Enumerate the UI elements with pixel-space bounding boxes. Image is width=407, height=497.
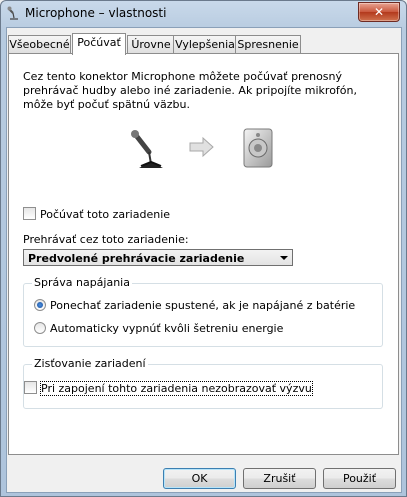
- power-group-title: Správa napájania: [32, 276, 132, 289]
- ok-button[interactable]: OK: [163, 468, 236, 489]
- playback-device-value: Predvolené prehrávacie zariadenie: [28, 252, 245, 265]
- radio-auto-off-label: Automaticky vypnúť kvôli šetreniu energi…: [50, 322, 284, 335]
- title-bar[interactable]: Microphone – vlastnosti ✕: [1, 1, 406, 25]
- apply-button[interactable]: Použiť: [323, 468, 396, 489]
- playback-label: Prehrávať cez toto zariadenie:: [23, 233, 189, 246]
- radio-auto-off[interactable]: [34, 322, 46, 334]
- window-title: Microphone – vlastnosti: [25, 6, 167, 20]
- arrow-right-icon: [189, 136, 214, 158]
- detection-checkbox-row[interactable]: Pri zapojení tohto zariadenia nezobrazov…: [24, 381, 313, 396]
- speaker-icon: [243, 128, 273, 168]
- listen-description: Cez tento konektor Microphone môžete poč…: [23, 70, 357, 111]
- close-button[interactable]: ✕: [358, 2, 400, 22]
- power-option-auto-off[interactable]: Automaticky vypnúť kvôli šetreniu energi…: [34, 322, 283, 335]
- tab-levels[interactable]: Úrovne: [127, 35, 175, 54]
- cancel-button[interactable]: Zrušiť: [243, 468, 316, 489]
- power-management-group: Správa napájania Ponechať zariadenie spu…: [23, 276, 383, 347]
- detection-checkbox-label: Pri zapojení tohto zariadenia nezobrazov…: [40, 381, 313, 396]
- dialog-client: Všeobecné Počúvať Úrovne Vylepšenia Spre…: [6, 27, 402, 493]
- listen-checkbox[interactable]: [23, 207, 36, 220]
- tab-listen[interactable]: Počúvať: [72, 33, 126, 55]
- radio-keep-running[interactable]: [34, 299, 46, 311]
- tab-enhancements[interactable]: Vylepšenia: [173, 35, 237, 54]
- microphone-app-icon: [7, 6, 18, 20]
- chevron-down-icon: [280, 256, 288, 260]
- listen-illustration: [119, 126, 279, 174]
- detection-checkbox[interactable]: [24, 381, 37, 394]
- tab-general[interactable]: Všeobecné: [8, 35, 71, 54]
- listen-checkbox-label: Počúvať toto zariadenie: [40, 208, 171, 221]
- properties-window: Microphone – vlastnosti ✕ Všeobecné Počú…: [0, 0, 407, 497]
- radio-keep-running-label: Ponechať zariadenie spustené, ak je napá…: [50, 299, 356, 312]
- playback-device-select[interactable]: Predvolené prehrávacie zariadenie: [23, 249, 293, 266]
- detection-group-title: Zisťovanie zariadení: [32, 357, 148, 370]
- microphone-icon: [131, 130, 163, 168]
- listen-tab-panel: Cez tento konektor Microphone môžete poč…: [8, 53, 399, 455]
- power-option-keep-running[interactable]: Ponechať zariadenie spustené, ak je napá…: [34, 299, 355, 312]
- device-detection-group: Zisťovanie zariadení Pri zapojení tohto …: [23, 357, 383, 409]
- listen-checkbox-row[interactable]: Počúvať toto zariadenie: [23, 207, 170, 221]
- tab-advanced[interactable]: Spresnenie: [235, 35, 301, 54]
